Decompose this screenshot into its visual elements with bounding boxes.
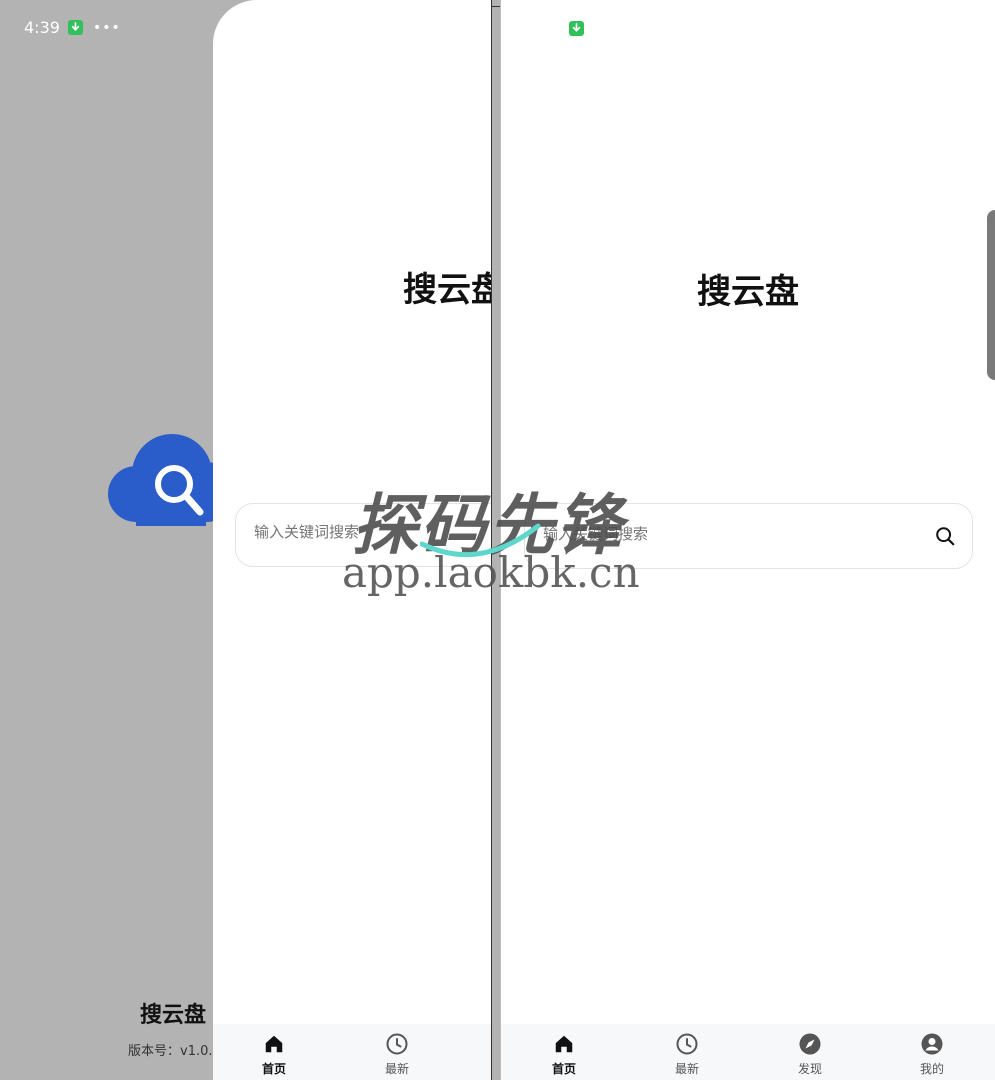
status-time: 4:39	[24, 18, 60, 37]
app-title: 搜云盘	[697, 272, 799, 312]
user-icon	[920, 1032, 944, 1056]
nav-item-discover[interactable]: 发现	[780, 1032, 840, 1077]
bottom-nav: 首页 最新 发现 我的	[501, 1024, 995, 1080]
clock-icon	[675, 1032, 699, 1056]
home-icon	[552, 1032, 576, 1056]
nav-item-latest[interactable]: 最新	[367, 1032, 427, 1077]
nav-item-mine[interactable]: 我的	[902, 1032, 962, 1077]
app-title: 搜云盘	[403, 270, 492, 310]
home-icon	[262, 1032, 286, 1056]
splash-version: 版本号：v1.0.	[128, 1044, 213, 1059]
nav-label: 首页	[261, 1062, 286, 1076]
watermark-url: app.laokbk.cn	[342, 548, 640, 597]
more-dots-icon: •••	[92, 19, 121, 36]
clock-icon	[385, 1032, 409, 1056]
nav-item-home[interactable]: 首页	[534, 1032, 594, 1077]
nav-label: 首页	[551, 1062, 576, 1076]
status-bar: 4:39 •••	[24, 18, 121, 37]
nav-label: 最新	[384, 1062, 409, 1076]
nav-label: 最新	[674, 1062, 699, 1076]
nav-label: 发现	[797, 1062, 822, 1076]
scrollbar-thumb[interactable]	[987, 210, 995, 380]
nav-label: 我的	[919, 1062, 944, 1076]
search-button[interactable]	[932, 523, 958, 549]
nav-item-latest[interactable]: 最新	[657, 1032, 717, 1077]
splash-app-name: 搜云盘	[140, 1003, 207, 1028]
compass-icon	[798, 1032, 822, 1056]
nav-item-home[interactable]: 首页	[244, 1032, 304, 1077]
download-icon	[67, 20, 83, 35]
search-icon	[936, 527, 955, 546]
download-icon	[569, 21, 584, 36]
bottom-nav: 首页 最新	[213, 1024, 492, 1080]
